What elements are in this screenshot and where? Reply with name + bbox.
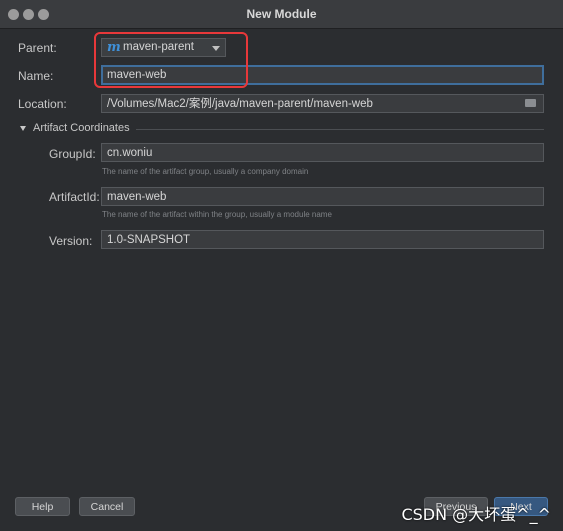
section-title: Artifact Coordinates	[33, 122, 130, 134]
help-button[interactable]: Help	[15, 497, 70, 516]
window-title: New Module	[246, 7, 317, 21]
location-value: /Volumes/Mac2/案例/java/maven-parent/maven…	[107, 98, 373, 110]
highlight-annotation	[94, 32, 248, 88]
groupid-label: GroupId:	[49, 147, 96, 161]
version-input[interactable]: 1.0-SNAPSHOT	[101, 230, 544, 249]
section-divider	[136, 129, 544, 130]
location-input[interactable]: /Volumes/Mac2/案例/java/maven-parent/maven…	[101, 94, 544, 113]
new-module-dialog: New Module Parent: m maven-parent Name: …	[0, 0, 563, 531]
cancel-button[interactable]: Cancel	[79, 497, 135, 516]
collapse-triangle-icon	[20, 125, 26, 131]
artifact-coordinates-section[interactable]: Artifact Coordinates	[20, 122, 130, 134]
groupid-hint: The name of the artifact group, usually …	[102, 167, 309, 176]
artifactid-label: ArtifactId:	[49, 190, 100, 204]
folder-icon[interactable]	[525, 99, 536, 107]
title-bar: New Module	[0, 0, 563, 29]
name-label: Name:	[18, 69, 54, 83]
watermark: CSDN @大坏蛋^_^	[401, 505, 551, 524]
parent-label: Parent:	[18, 41, 57, 55]
location-label: Location:	[18, 97, 67, 111]
groupid-input[interactable]: cn.woniu	[101, 143, 544, 162]
artifactid-input[interactable]: maven-web	[101, 187, 544, 206]
artifactid-hint: The name of the artifact within the grou…	[102, 210, 332, 219]
version-label: Version:	[49, 234, 93, 248]
